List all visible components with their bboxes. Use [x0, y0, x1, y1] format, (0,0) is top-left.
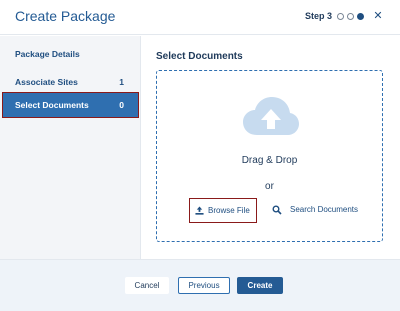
- dialog-header: Create Package Step 3 ✕: [0, 0, 400, 35]
- previous-button[interactable]: Previous: [178, 277, 230, 294]
- browse-file-button[interactable]: Browse File: [189, 198, 257, 223]
- sidebar: Package Details Associate Sites 1 Select…: [0, 36, 141, 259]
- cloud-upload-icon: [243, 97, 299, 135]
- search-icon: [272, 205, 282, 215]
- create-button[interactable]: Create: [237, 277, 283, 294]
- sidebar-item-package-details[interactable]: Package Details: [0, 41, 141, 67]
- close-icon[interactable]: ✕: [372, 9, 384, 23]
- browse-file-label: Browse File: [208, 206, 250, 215]
- or-text: or: [265, 181, 274, 192]
- cancel-button[interactable]: Cancel: [125, 277, 169, 294]
- step-dot-2: [347, 12, 355, 20]
- step-label: Step 3: [305, 11, 333, 21]
- sidebar-item-count: 0: [119, 100, 124, 110]
- sidebar-item-count: 1: [119, 77, 124, 87]
- sidebar-item-label: Package Details: [15, 49, 80, 59]
- sidebar-item-label: Select Documents: [15, 100, 89, 110]
- main-panel: Select Documents Drag & Drop or Browse F…: [141, 36, 400, 259]
- dialog-footer: Cancel Previous Create: [0, 259, 400, 311]
- search-documents-link[interactable]: Search Documents: [272, 198, 372, 223]
- step-dot-1: [337, 12, 345, 20]
- stepper: Step 3: [305, 11, 367, 21]
- drag-drop-text: Drag & Drop: [241, 155, 298, 166]
- search-documents-label: Search Documents: [290, 205, 359, 214]
- dialog-title: Create Package: [15, 8, 116, 24]
- section-title: Select Documents: [156, 51, 243, 62]
- step-dot-3: [357, 12, 365, 20]
- upload-icon: [195, 206, 204, 215]
- file-dropzone[interactable]: Drag & Drop or Browse File Search Docume…: [156, 70, 383, 242]
- sidebar-item-label: Associate Sites: [15, 77, 78, 87]
- sidebar-item-select-documents[interactable]: Select Documents 0: [2, 92, 139, 118]
